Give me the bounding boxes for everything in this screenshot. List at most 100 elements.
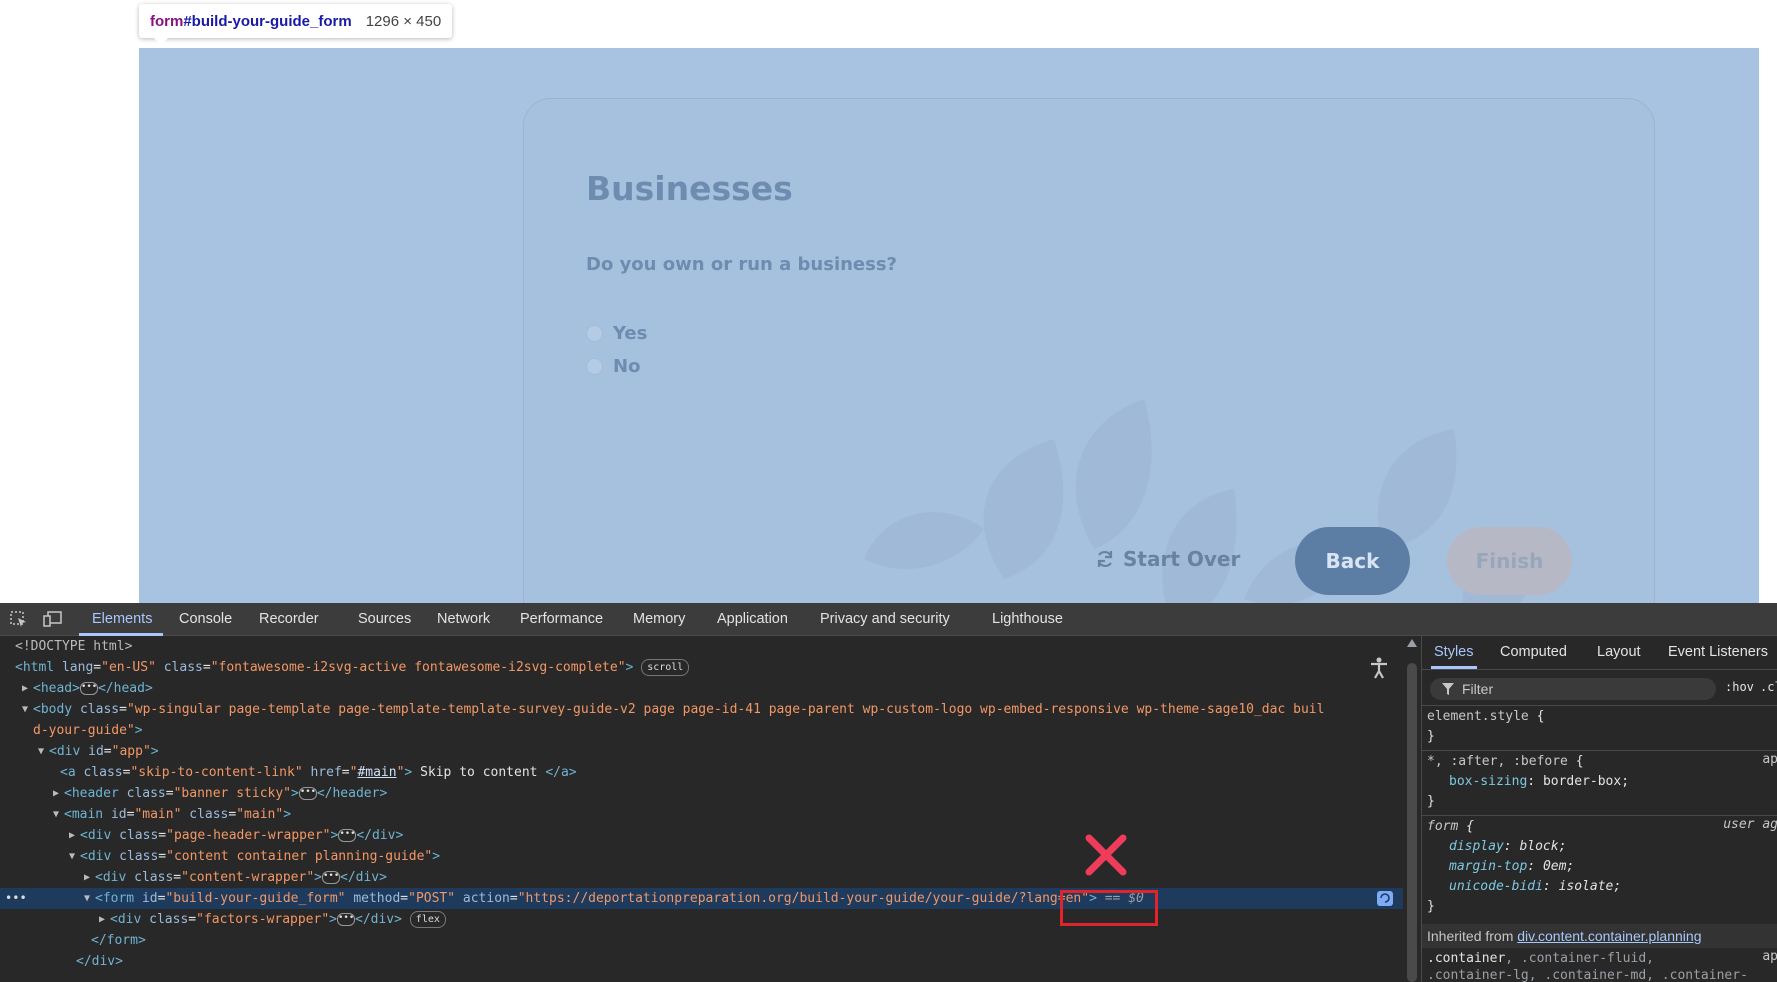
scroll-badge[interactable]: scroll bbox=[641, 659, 690, 676]
cls-toggle[interactable]: .cl bbox=[1760, 680, 1777, 694]
body-class-1: wp-singular page-template page-template-… bbox=[134, 702, 1325, 717]
collapsed-ellipsis[interactable]: ••• bbox=[337, 913, 355, 926]
skip-tag: a bbox=[67, 765, 76, 780]
dom-body[interactable]: ▼ <body class="wp-singular page-template … bbox=[0, 699, 1403, 720]
app-tag: div bbox=[56, 744, 81, 759]
div-close-tag: div bbox=[355, 870, 380, 885]
option-yes[interactable]: Yes bbox=[586, 323, 647, 344]
dom-form-close[interactable]: </form> bbox=[0, 930, 1403, 951]
tab-network[interactable]: Network bbox=[437, 603, 490, 636]
dom-head[interactable]: ▶ <head>•••</head> bbox=[0, 678, 1403, 699]
decl-unicode-bidi[interactable]: unicode-bidi: isolate; bbox=[1427, 877, 1621, 897]
hov-toggle[interactable]: :hov bbox=[1725, 680, 1754, 694]
dom-div-close[interactable]: </div> bbox=[0, 951, 1403, 972]
dom-scrollbar-thumb[interactable] bbox=[1407, 663, 1417, 982]
decl-box-sizing[interactable]: box-sizing: border-box; bbox=[1427, 772, 1629, 792]
dom-factors-wrapper[interactable]: ▶ <div class="factors-wrapper">•••</div> … bbox=[0, 909, 1403, 930]
radio-yes[interactable] bbox=[586, 325, 603, 342]
tab-application[interactable]: Application bbox=[717, 603, 788, 636]
tab-performance[interactable]: Performance bbox=[520, 603, 603, 636]
rule-element-style[interactable]: element.style { bbox=[1427, 707, 1544, 727]
rule-origin[interactable]: ap bbox=[1762, 949, 1777, 964]
tab-recorder[interactable]: Recorder bbox=[259, 603, 319, 636]
accessibility-icon[interactable] bbox=[1368, 656, 1390, 680]
collapsed-ellipsis[interactable]: ••• bbox=[322, 871, 340, 884]
rule-origin[interactable]: ap bbox=[1762, 752, 1777, 767]
expand-factors-icon[interactable]: ▶ bbox=[99, 909, 105, 930]
tab-layout[interactable]: Layout bbox=[1597, 636, 1641, 668]
tab-styles[interactable]: Styles bbox=[1434, 636, 1474, 668]
flex-badge[interactable]: flex bbox=[409, 911, 446, 928]
inherited-from-link[interactable]: div.content.container.planning bbox=[1517, 928, 1701, 944]
tab-elements[interactable]: Elements bbox=[92, 603, 152, 636]
collapsed-ellipsis[interactable]: ••• bbox=[338, 829, 357, 842]
prop-name: display bbox=[1449, 839, 1504, 854]
dom-form-selected[interactable]: ••• ▼ <form id="build-your-guide_form" met… bbox=[0, 888, 1403, 909]
divider bbox=[1422, 815, 1777, 816]
dom-doctype[interactable]: <!DOCTYPE html> bbox=[0, 636, 1403, 657]
form-tag: form bbox=[102, 891, 135, 906]
dom-header[interactable]: ▶ <header class="banner sticky">•••</head… bbox=[0, 783, 1403, 804]
inspect-highlight-overlay: Businesses Do you own or run a business?… bbox=[139, 48, 1759, 603]
tab-event-listeners[interactable]: Event Listeners bbox=[1668, 636, 1768, 668]
body-class-2: d-your-guide bbox=[33, 723, 127, 738]
scroll-up-icon[interactable] bbox=[1407, 639, 1417, 647]
filter-placeholder: Filter bbox=[1462, 681, 1494, 697]
expand-page-header-icon[interactable]: ▶ bbox=[69, 825, 75, 846]
expand-header-icon[interactable]: ▶ bbox=[53, 783, 59, 804]
dom-main[interactable]: ▼ <main id="main" class="main"> bbox=[0, 804, 1403, 825]
rule-container-cont: .container-lg, .container-md, .container… bbox=[1427, 966, 1748, 982]
dom-skip-link[interactable]: <a class="skip-to-content-link" href="#m… bbox=[0, 762, 1403, 783]
rule-close-brace: } bbox=[1427, 899, 1435, 914]
highlight-annotation-box bbox=[1060, 890, 1158, 926]
filter-icon bbox=[1442, 683, 1454, 695]
dom-page-header-wrapper[interactable]: ▶ <div class="page-header-wrapper">•••</d… bbox=[0, 825, 1403, 846]
content-class: content container planning-guide bbox=[173, 849, 425, 864]
device-toolbar-icon[interactable] bbox=[43, 610, 63, 628]
divider bbox=[1422, 705, 1777, 706]
form-action-url: https://deportationpreparation.org/build… bbox=[525, 891, 1019, 906]
collapsed-ellipsis[interactable]: ••• bbox=[79, 682, 98, 695]
tab-memory[interactable]: Memory bbox=[633, 603, 685, 636]
finish-button[interactable]: Finish bbox=[1447, 527, 1572, 595]
tab-privacy[interactable]: Privacy and security bbox=[820, 603, 950, 636]
rule-universal[interactable]: *, :after, :before { bbox=[1427, 752, 1584, 772]
back-button[interactable]: Back bbox=[1295, 527, 1410, 595]
tab-console[interactable]: Console bbox=[179, 603, 232, 636]
prop-value: block bbox=[1519, 839, 1559, 854]
container-selector: .container bbox=[1427, 951, 1506, 966]
tab-computed[interactable]: Computed bbox=[1500, 636, 1567, 668]
inspect-element-icon[interactable] bbox=[9, 610, 29, 628]
expand-content-wrapper-icon[interactable]: ▶ bbox=[84, 867, 90, 888]
tab-lighthouse[interactable]: Lighthouse bbox=[992, 603, 1063, 636]
dom-div-app[interactable]: ▼ <div id="app"> bbox=[0, 741, 1403, 762]
survey-card: Businesses Do you own or run a business?… bbox=[523, 98, 1655, 603]
option-no[interactable]: No bbox=[586, 356, 640, 377]
more-options-icon[interactable]: ••• bbox=[5, 888, 27, 909]
collapse-main-icon[interactable]: ▼ bbox=[53, 804, 59, 825]
collapse-body-icon[interactable]: ▼ bbox=[22, 699, 28, 720]
collapsed-ellipsis[interactable]: ••• bbox=[298, 787, 317, 800]
skip-href-link[interactable]: #main bbox=[357, 765, 396, 780]
ai-assist-icon[interactable] bbox=[1376, 890, 1394, 907]
container-fluid-selector: , .container-fluid, bbox=[1505, 951, 1654, 966]
tab-sources[interactable]: Sources bbox=[358, 603, 411, 636]
collapse-app-icon[interactable]: ▼ bbox=[38, 741, 44, 762]
collapse-content-icon[interactable]: ▼ bbox=[69, 846, 75, 867]
dom-content-container[interactable]: ▼ <div class="content container planning-… bbox=[0, 846, 1403, 867]
rule-close-brace: } bbox=[1427, 729, 1435, 744]
decl-display[interactable]: display: block; bbox=[1427, 837, 1566, 857]
collapse-form-icon[interactable]: ▼ bbox=[84, 888, 90, 909]
rule-form-ua[interactable]: form { bbox=[1427, 817, 1474, 837]
start-over-button[interactable]: Start Over bbox=[1095, 547, 1240, 571]
prop-name: box-sizing bbox=[1449, 774, 1528, 789]
form-selector: form bbox=[1427, 819, 1459, 834]
tooltip-size: 1296 × 450 bbox=[365, 12, 442, 30]
decl-margin-top[interactable]: margin-top: 0em; bbox=[1427, 857, 1574, 877]
dom-html[interactable]: <html lang="en-US" class="fontawesome-i2… bbox=[0, 657, 1403, 678]
radio-no[interactable] bbox=[586, 358, 603, 375]
styles-filter-input[interactable]: Filter bbox=[1430, 678, 1716, 700]
expand-head-icon[interactable]: ▶ bbox=[22, 678, 28, 699]
dom-content-wrapper[interactable]: ▶ <div class="content-wrapper">•••</div> bbox=[0, 867, 1403, 888]
divider bbox=[1422, 669, 1777, 670]
